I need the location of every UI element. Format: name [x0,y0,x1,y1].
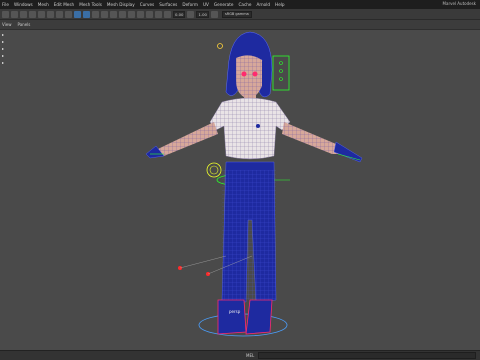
lights-icon[interactable] [110,10,117,18]
gate-mask-icon[interactable] [65,10,72,18]
xray-icon[interactable] [146,10,153,18]
grid-icon[interactable] [38,10,45,18]
viewport-left-icons: ▸ ▸ ▸ ▸ ▸ [2,32,7,67]
menu-generate[interactable]: Generate [214,2,234,7]
command-input[interactable] [258,352,476,359]
exposure-icon [164,10,171,18]
wireframe-icon[interactable] [74,10,81,18]
eye-left-marker[interactable] [241,71,247,77]
panel-toolbar: 0.00 1.00 sRGB gamma [0,9,480,20]
wireframe-on-shaded-icon[interactable] [92,10,99,18]
smooth-shade-icon[interactable] [83,10,90,18]
scale-tool-icon[interactable]: ▸ [2,60,7,65]
image-plane-icon[interactable] [29,10,36,18]
color-management-icon[interactable] [210,10,218,18]
move-tool-icon[interactable]: ▸ [2,46,7,51]
isolate-select-icon[interactable] [137,10,144,18]
facial-controls-box[interactable] [272,55,290,91]
panel-menu-bar: View Panels [0,20,480,30]
menu-file[interactable]: File [2,2,9,7]
camera-label: persp [229,309,241,314]
lasso-tool-icon[interactable]: ▸ [2,39,7,44]
menu-deform[interactable]: Deform [182,2,198,7]
menu-cache[interactable]: Cache [238,2,251,7]
menu-help[interactable]: Help [275,2,285,7]
right-shoe [245,299,273,335]
gamma-icon [187,10,195,18]
exposure-field[interactable]: 0.00 [173,10,186,18]
panel-menu-panels[interactable]: Panels [18,22,31,27]
app-title: Marvel Autodesk [442,1,476,6]
menu-uv[interactable]: UV [203,2,209,7]
film-gate-icon[interactable] [47,10,54,18]
command-line-label: MEL [246,353,255,358]
menu-mesh[interactable]: Mesh [38,2,49,7]
head-control-icon[interactable] [217,43,223,49]
right-arm [282,122,342,154]
menu-arnold[interactable]: Arnold [256,2,270,7]
right-hand [333,141,363,163]
main-menu-bar: File Windows Mesh Edit Mesh Mesh Tools M… [0,0,480,9]
resolution-gate-icon[interactable] [56,10,63,18]
cog-control[interactable] [206,162,222,178]
menu-mesh-tools[interactable]: Mesh Tools [79,2,102,7]
xray-joints-icon[interactable] [155,10,162,18]
rotate-tool-icon[interactable]: ▸ [2,53,7,58]
left-arm [154,122,218,156]
left-shoe [217,299,247,335]
scene-view [145,31,363,337]
bookmark-icon[interactable] [20,10,27,18]
shadows-icon[interactable] [119,10,126,18]
gamma-field[interactable]: 1.00 [196,10,209,18]
view-transform-dropdown[interactable]: sRGB gamma [221,10,252,18]
menu-edit-mesh[interactable]: Edit Mesh [54,2,74,7]
eye-right-marker[interactable] [252,71,258,77]
select-tool-icon[interactable]: ▸ [2,32,7,37]
viewport-3d[interactable]: ▸ ▸ ▸ ▸ ▸ [0,30,480,350]
textured-icon[interactable] [101,10,108,18]
character-face [236,55,262,99]
camera-attributes-icon[interactable] [11,10,18,18]
menu-curves[interactable]: Curves [140,2,155,7]
select-camera-icon[interactable] [2,10,9,18]
character-shirt [209,97,291,160]
ambient-occlusion-icon[interactable] [128,10,135,18]
menu-surfaces[interactable]: Surfaces [159,2,177,7]
panel-menu-view[interactable]: View [2,22,12,27]
menu-windows[interactable]: Windows [14,2,33,7]
menu-mesh-display[interactable]: Mesh Display [107,2,135,7]
command-line: MEL [0,350,480,360]
